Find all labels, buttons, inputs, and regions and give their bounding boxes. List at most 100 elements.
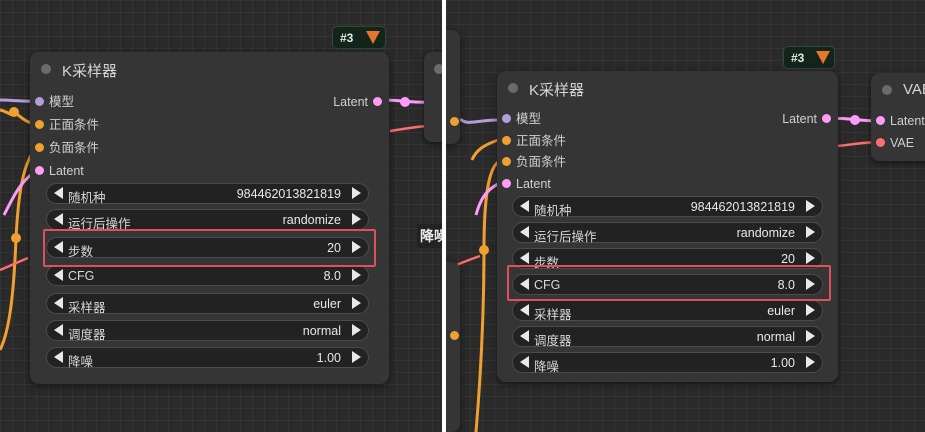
input-socket[interactable] <box>502 157 511 166</box>
input-socket[interactable] <box>35 97 44 106</box>
ksampler-node[interactable]: K采样器 模型 正面条件 负面条件 Latent Latent 随机种 9844… <box>497 71 838 382</box>
input-label: VAE <box>890 136 915 150</box>
input-socket[interactable] <box>35 166 44 175</box>
node-collapse-dot[interactable] <box>882 85 892 95</box>
widget-label: 降噪 <box>534 360 560 374</box>
arrow-left-icon[interactable] <box>54 324 63 336</box>
input-socket[interactable] <box>502 136 511 145</box>
arrow-left-icon[interactable] <box>54 269 63 281</box>
input-socket[interactable] <box>876 138 885 147</box>
widget-value: 984462013821819 <box>236 187 341 201</box>
widget-sampler[interactable]: 采样器 euler <box>512 300 823 322</box>
node-title-bar[interactable]: VAE <box>871 73 925 107</box>
arrow-right-icon[interactable] <box>352 324 361 336</box>
input-negative[interactable]: 负面条件 <box>502 154 566 170</box>
input-vae[interactable]: VAE <box>876 135 914 151</box>
arrow-left-icon[interactable] <box>520 330 529 342</box>
badge-text: #3 <box>340 31 354 45</box>
arrow-right-icon[interactable] <box>806 200 815 212</box>
widget-cfg[interactable]: CFG 8.0 <box>46 265 369 286</box>
arrow-right-icon[interactable] <box>806 356 815 368</box>
input-positive[interactable]: 正面条件 <box>502 133 566 149</box>
arrow-right-icon[interactable] <box>352 269 361 281</box>
widget-seed[interactable]: 随机种 984462013821819 <box>46 183 369 205</box>
output-socket[interactable] <box>450 117 459 126</box>
partial-node-left-lower[interactable] <box>446 262 460 432</box>
arrow-left-icon[interactable] <box>520 252 529 264</box>
input-label: Latent <box>890 114 925 128</box>
widget-value: 1.00 <box>316 351 341 365</box>
input-label: Latent <box>516 177 551 191</box>
arrow-left-icon[interactable] <box>54 213 63 225</box>
node-badge: #3 <box>332 26 386 49</box>
widget-label: 降噪 <box>68 355 94 369</box>
widget-value: euler <box>767 304 795 318</box>
highlight-box-cfg <box>507 265 831 301</box>
input-socket[interactable] <box>35 143 44 152</box>
widget-label: 随机种 <box>534 204 572 218</box>
input-socket[interactable] <box>35 120 44 129</box>
arrow-left-icon[interactable] <box>54 297 63 309</box>
arrow-left-icon[interactable] <box>520 200 529 212</box>
output-latent[interactable]: Latent <box>333 94 382 110</box>
output-socket[interactable] <box>450 331 459 340</box>
node-title-bar[interactable]: K采样器 <box>497 71 838 105</box>
widget-control-after-generate[interactable]: 运行后操作 randomize <box>46 209 369 231</box>
arrow-right-icon[interactable] <box>806 226 815 238</box>
canvas-left[interactable]: #3 降噪 K采样器 模型 正面条件 负面条件 Latent Latent 随机… <box>0 0 442 432</box>
canvas-right[interactable]: #3 VAE Latent VAE K采样器 模型 正面条件 <box>446 0 925 432</box>
arrow-left-icon[interactable] <box>520 356 529 368</box>
widget-value: 8.0 <box>323 269 341 283</box>
widget-scheduler[interactable]: 调度器 normal <box>512 326 823 348</box>
input-socket[interactable] <box>876 116 885 125</box>
arrow-left-icon[interactable] <box>54 351 63 363</box>
output-socket[interactable] <box>822 114 831 123</box>
ksampler-node[interactable]: K采样器 模型 正面条件 负面条件 Latent Latent 随机种 9844… <box>30 52 389 384</box>
widget-value: 984462013821819 <box>690 200 795 214</box>
input-positive[interactable]: 正面条件 <box>35 117 99 133</box>
partial-node-left[interactable] <box>446 30 460 144</box>
input-label: 正面条件 <box>49 118 100 132</box>
node-title-bar[interactable]: K采样器 <box>30 52 389 86</box>
output-socket[interactable] <box>373 97 382 106</box>
output-latent[interactable]: Latent <box>782 111 831 127</box>
widget-value: randomize <box>736 226 795 240</box>
node-collapse-dot[interactable] <box>434 64 442 74</box>
input-label: Latent <box>49 164 84 178</box>
input-socket[interactable] <box>502 179 511 188</box>
widget-denoise[interactable]: 降噪 1.00 <box>512 352 823 374</box>
input-model[interactable]: 模型 <box>35 94 74 110</box>
widget-control-after-generate[interactable]: 运行后操作 randomize <box>512 222 823 244</box>
arrow-right-icon[interactable] <box>806 304 815 316</box>
node-collapse-dot[interactable] <box>41 64 51 74</box>
arrow-left-icon[interactable] <box>54 187 63 199</box>
arrow-right-icon[interactable] <box>806 330 815 342</box>
widget-denoise[interactable]: 降噪 1.00 <box>46 347 369 369</box>
input-latent[interactable]: Latent <box>35 163 84 179</box>
input-model[interactable]: 模型 <box>502 111 541 127</box>
input-socket[interactable] <box>502 114 511 123</box>
arrow-right-icon[interactable] <box>806 252 815 264</box>
input-label: 负面条件 <box>49 141 100 155</box>
widget-scheduler[interactable]: 调度器 normal <box>46 320 369 342</box>
widget-seed[interactable]: 随机种 984462013821819 <box>512 196 823 218</box>
node-collapse-dot[interactable] <box>508 83 518 93</box>
widget-value: normal <box>302 324 341 338</box>
input-latent[interactable]: Latent <box>876 113 925 129</box>
widget-label: 调度器 <box>534 334 572 348</box>
input-negative[interactable]: 负面条件 <box>35 140 99 156</box>
arrow-right-icon[interactable] <box>352 187 361 199</box>
widget-sampler[interactable]: 采样器 euler <box>46 293 369 315</box>
arrow-right-icon[interactable] <box>352 213 361 225</box>
vae-decode-node[interactable]: VAE Latent VAE <box>871 73 925 161</box>
widget-value: 1.00 <box>770 356 795 370</box>
arrow-right-icon[interactable] <box>352 351 361 363</box>
widget-label: CFG <box>68 269 95 283</box>
partial-node-right[interactable] <box>424 52 442 142</box>
widget-value: 20 <box>781 252 795 266</box>
arrow-right-icon[interactable] <box>352 297 361 309</box>
input-latent[interactable]: Latent <box>502 176 551 192</box>
input-label: 负面条件 <box>516 155 567 169</box>
arrow-left-icon[interactable] <box>520 304 529 316</box>
arrow-left-icon[interactable] <box>520 226 529 238</box>
